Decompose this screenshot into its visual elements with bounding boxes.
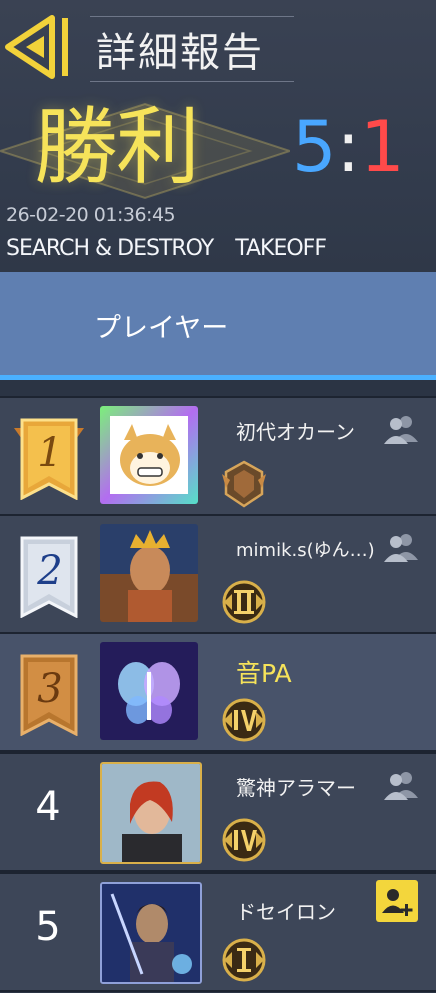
shiba-avatar-icon xyxy=(100,406,198,504)
player-name: mimik.s(ゆん…) xyxy=(236,540,375,561)
butterfly-avatar-icon xyxy=(100,642,198,740)
game-mode: SEARCH & DESTROY xyxy=(6,236,214,261)
friend-icon[interactable] xyxy=(382,530,420,562)
player-avatar[interactable] xyxy=(100,762,202,864)
tab-active-indicator xyxy=(0,375,436,380)
tier-roman-ii-icon xyxy=(222,580,266,624)
tier-roman-iv-icon xyxy=(222,698,266,742)
player-row-1[interactable]: 1 初代オカーン xyxy=(0,396,436,516)
player-row-3-self[interactable]: 3 音PA xyxy=(0,632,436,752)
match-score: 5:1 xyxy=(292,100,405,194)
back-button[interactable] xyxy=(2,12,80,82)
player-name: 初代オカーン xyxy=(236,420,355,444)
team-red-score: 1 xyxy=(360,106,405,188)
player-avatar[interactable] xyxy=(100,642,198,740)
rank-number: 5 xyxy=(35,904,61,950)
tab-players[interactable]: プレイヤー xyxy=(94,306,228,345)
rank-number: 3 xyxy=(37,666,63,712)
add-friend-button[interactable] xyxy=(376,880,418,922)
warrior-avatar-icon xyxy=(102,884,200,982)
add-friend-icon xyxy=(382,889,413,916)
match-datetime: 26-02-20 01:36:45 xyxy=(6,204,176,226)
crowned-soldier-avatar-icon xyxy=(100,524,198,622)
friend-icon[interactable] xyxy=(382,768,420,800)
player-name: ドセイロン xyxy=(236,900,336,924)
rank-number: 4 xyxy=(35,784,61,830)
match-report-header: 詳細報告 勝利 5:1 26-02-20 01:36:45 SEARCH & D… xyxy=(0,0,436,272)
rank-number: 2 xyxy=(37,548,63,594)
player-row-4[interactable]: 4 驚神アラマー xyxy=(0,752,436,872)
player-avatar[interactable] xyxy=(100,524,198,622)
rank-number: 1 xyxy=(37,430,63,476)
tab-bar: プレイヤー xyxy=(0,272,436,380)
player-name: 音PA xyxy=(236,659,292,688)
map-name: TAKEOFF xyxy=(235,236,327,261)
player-name: 驚神アラマー xyxy=(236,776,356,800)
tier-roman-iv-icon xyxy=(222,818,266,862)
match-result: 勝利 xyxy=(34,98,200,196)
player-row-5[interactable]: 5 ドセイロン xyxy=(0,872,436,992)
match-mode-line: SEARCH & DESTROY TAKEOFF xyxy=(6,236,327,261)
player-avatar[interactable] xyxy=(100,882,202,984)
back-arrow-icon xyxy=(5,15,68,79)
tier-roman-i-icon xyxy=(222,938,266,982)
tier-legendary-crest-icon xyxy=(222,460,266,508)
red-haired-soldier-avatar-icon xyxy=(102,764,200,862)
player-row-2[interactable]: 2 mimik.s(ゆん…) xyxy=(0,514,436,634)
score-separator: : xyxy=(336,106,361,188)
team-blue-score: 5 xyxy=(292,106,337,188)
player-avatar[interactable] xyxy=(100,406,198,504)
friend-icon[interactable] xyxy=(382,412,420,444)
page-title: 詳細報告 xyxy=(96,30,264,76)
